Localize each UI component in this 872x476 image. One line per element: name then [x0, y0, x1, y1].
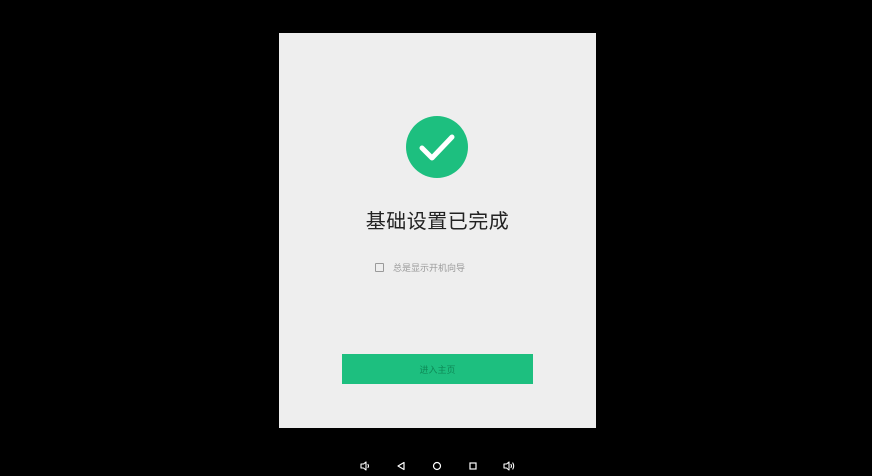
enter-home-button-label: 进入主页	[419, 365, 456, 376]
enter-home-button[interactable]: 进入主页	[342, 354, 533, 384]
recents-icon[interactable]	[466, 459, 480, 473]
show-setup-wizard-checkbox[interactable]	[375, 262, 384, 272]
screen: 基础设置已完成 总是显示开机向导 进入主页	[0, 0, 872, 476]
show-setup-wizard-label: 总是显示开机向导	[393, 263, 466, 274]
home-icon[interactable]	[430, 459, 444, 473]
checkmark-circle-icon	[406, 116, 468, 178]
back-icon[interactable]	[394, 459, 408, 473]
volume-down-icon[interactable]	[358, 459, 372, 473]
setup-complete-dialog: 基础设置已完成 总是显示开机向导 进入主页	[279, 33, 596, 428]
volume-up-icon[interactable]	[502, 459, 516, 473]
dialog-title: 基础设置已完成	[365, 209, 510, 233]
show-setup-wizard-option[interactable]: 总是显示开机向导	[375, 259, 465, 275]
system-navigation-bar	[0, 455, 872, 476]
